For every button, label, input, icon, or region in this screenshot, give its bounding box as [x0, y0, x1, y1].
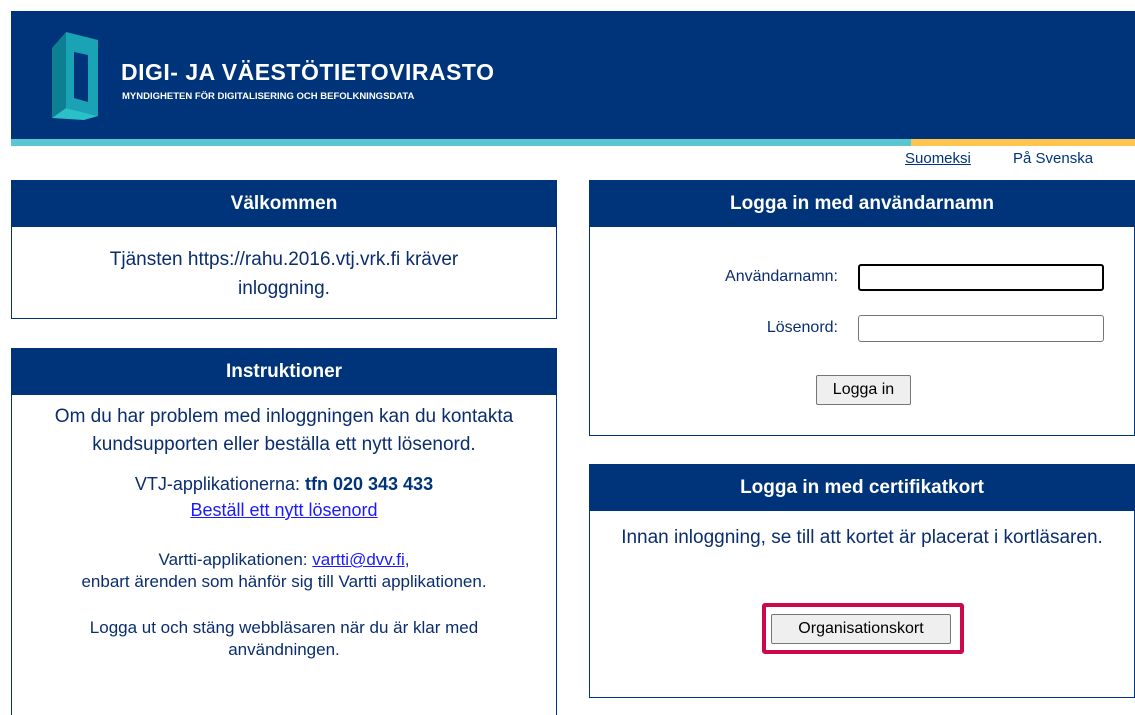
- certificate-panel: Logga in med certifikatkort Innan inlogg…: [589, 464, 1135, 698]
- vartti-note: enbart ärenden som hänför sig till Vartt…: [81, 572, 487, 591]
- vtj-label: VTJ-applikationerna:: [134, 474, 300, 494]
- new-password-link[interactable]: Beställ ett nytt lösenord: [190, 500, 377, 520]
- brand-title: DIGI- JA VÄESTÖTIETOVIRASTO: [121, 59, 495, 85]
- welcome-panel: Välkommen Tjänsten https://rahu.2016.vtj…: [11, 180, 557, 319]
- login-button[interactable]: Logga in: [816, 375, 911, 405]
- username-label: Användarnamn:: [725, 268, 838, 285]
- site-header: DIGI- JA VÄESTÖTIETOVIRASTO MYNDIGHETEN …: [11, 11, 1135, 139]
- vartti-email-link[interactable]: vartti@dvv.fi: [312, 550, 405, 569]
- welcome-title: Välkommen: [12, 181, 556, 227]
- vtj-phone: tfn 020 343 433: [305, 474, 434, 494]
- username-input[interactable]: [858, 264, 1104, 291]
- instructions-panel: Instruktioner Om du har problem med inlo…: [11, 348, 557, 715]
- brand-subtitle: MYNDIGHETEN FÖR DIGITALISERING OCH BEFOL…: [122, 91, 415, 102]
- dvv-logo-icon: [52, 32, 98, 120]
- accent-stripe-teal: [11, 139, 911, 146]
- vartti-label: Vartti-applikationen:: [158, 550, 308, 569]
- accent-stripe-yellow: [911, 139, 1135, 146]
- language-finnish-link[interactable]: Suomeksi: [905, 150, 971, 167]
- vtj-contact: VTJ-applikationerna: tfn 020 343 433 Bes…: [12, 471, 556, 523]
- instructions-title: Instruktioner: [12, 349, 556, 395]
- vartti-contact: Vartti-applikationen: vartti@dvv.fi, enb…: [81, 550, 487, 591]
- password-label: Lösenord:: [766, 319, 838, 336]
- password-input[interactable]: [858, 315, 1104, 342]
- logout-note: Logga ut och stäng webbläsaren när du är…: [89, 618, 479, 659]
- welcome-text: Tjänsten https://rahu.2016.vtj.vrk.fi kr…: [109, 249, 459, 299]
- certificate-text: Innan inloggning, se till att kortet är …: [621, 527, 1103, 548]
- login-panel: Logga in med användarnamn Användarnamn: …: [589, 180, 1135, 436]
- certificate-title: Logga in med certifikatkort: [590, 465, 1134, 511]
- organisation-card-button[interactable]: Organisationskort: [771, 614, 951, 644]
- language-swedish-label: På Svenska: [1013, 150, 1094, 167]
- login-title: Logga in med användarnamn: [590, 181, 1134, 227]
- instructions-intro: Om du har problem med inloggningen kan d…: [54, 406, 514, 455]
